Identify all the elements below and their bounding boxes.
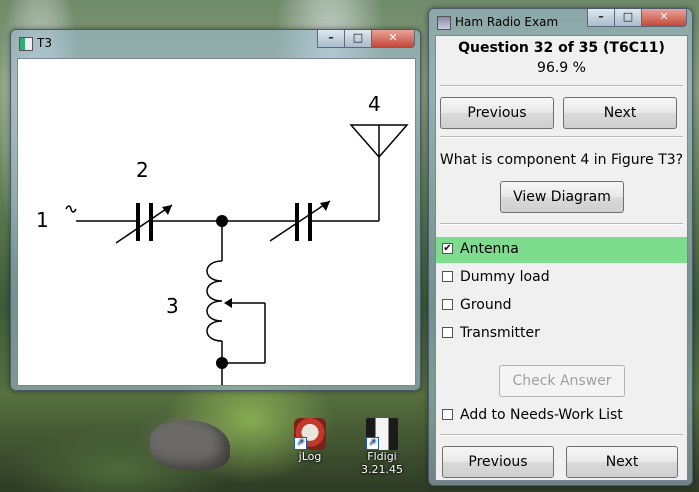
minimize-button[interactable]: – (317, 30, 345, 48)
label-4: 4 (368, 92, 381, 116)
divider (440, 223, 683, 225)
jlog-icon: ↗ (294, 418, 326, 450)
needs-work-option[interactable]: Add to Needs-Work List (436, 403, 687, 429)
shortcut-arrow-icon: ↗ (366, 437, 379, 450)
answer-label: Antenna (460, 241, 519, 257)
needs-work-label: Add to Needs-Work List (460, 407, 623, 423)
next-button-bottom[interactable]: Next (566, 446, 678, 478)
answer-label: Transmitter (460, 325, 540, 341)
answer-option-dummy-load[interactable]: Dummy load (436, 265, 687, 291)
answer-option-transmitter[interactable]: Transmitter (436, 321, 687, 347)
exam-client-area: Question 32 of 35 (T6C11) 96.9 % Previou… (435, 35, 688, 481)
junction-node-top (216, 215, 228, 227)
checkbox-icon[interactable] (442, 327, 453, 338)
exam-app-icon (437, 16, 451, 30)
window-app-icon (19, 37, 33, 51)
inductor-tap-arrowhead (224, 298, 232, 308)
divider (440, 136, 683, 138)
minimize-button[interactable]: – (587, 9, 615, 27)
exam-titlebar[interactable]: Ham Radio Exam – □ ✕ (429, 9, 692, 35)
exam-window[interactable]: Ham Radio Exam – □ ✕ Question 32 of 35 (… (428, 8, 693, 486)
close-button[interactable]: ✕ (641, 9, 687, 27)
desktop-icon-jlog[interactable]: ↗ jLog (278, 418, 342, 463)
checkbox-icon[interactable] (442, 409, 453, 420)
answer-option-antenna[interactable]: ✔ Antenna (436, 237, 687, 263)
question-text: What is component 4 in Figure T3? (439, 152, 684, 168)
circuit-diagram: 1 2 3 4 (36, 92, 409, 402)
input-terminal-symbol (65, 205, 77, 213)
divider (440, 434, 683, 436)
capacitor-2-arrow (115, 204, 173, 244)
previous-button-bottom[interactable]: Previous (442, 446, 554, 478)
desktop-icon-fldigi[interactable]: ↗ Fldigi 3.21.45 (350, 418, 414, 476)
checkbox-checked-icon[interactable]: ✔ (442, 243, 453, 254)
desktop-icon-label: Fldigi 3.21.45 (361, 450, 403, 476)
answer-label: Ground (460, 297, 512, 313)
shortcut-arrow-icon: ↗ (294, 437, 307, 450)
label-1: 1 (36, 208, 49, 232)
maximize-button[interactable]: □ (344, 30, 372, 48)
maximize-button[interactable]: □ (614, 9, 642, 27)
checkbox-icon[interactable] (442, 299, 453, 310)
check-answer-button[interactable]: Check Answer (499, 365, 625, 397)
checkbox-icon[interactable] (442, 271, 453, 282)
diagram-canvas: 1 2 3 4 (17, 58, 416, 402)
divider (440, 85, 683, 87)
answer-option-ground[interactable]: Ground (436, 293, 687, 319)
exam-window-title: Ham Radio Exam (455, 15, 559, 29)
diagram-window[interactable]: T3 – □ ✕ 1 2 3 4 (10, 29, 421, 402)
label-3: 3 (166, 294, 179, 318)
diagram-titlebar[interactable]: T3 – □ ✕ (11, 30, 420, 56)
diagram-window-title: T3 (37, 36, 52, 50)
answer-label: Dummy load (460, 269, 550, 285)
inductor-coil (206, 260, 223, 342)
close-button[interactable]: ✕ (371, 30, 415, 48)
fldigi-icon: ↗ (366, 418, 398, 450)
score-percent: 96.9 % (537, 60, 586, 76)
next-button-top[interactable]: Next (563, 97, 677, 129)
desktop-icon-label: jLog (298, 450, 322, 463)
junction-node-bottom (216, 357, 228, 369)
view-diagram-button[interactable]: View Diagram (500, 181, 624, 213)
label-2: 2 (136, 158, 149, 182)
question-header: Question 32 of 35 (T6C11) (458, 40, 665, 56)
previous-button-top[interactable]: Previous (440, 97, 554, 129)
